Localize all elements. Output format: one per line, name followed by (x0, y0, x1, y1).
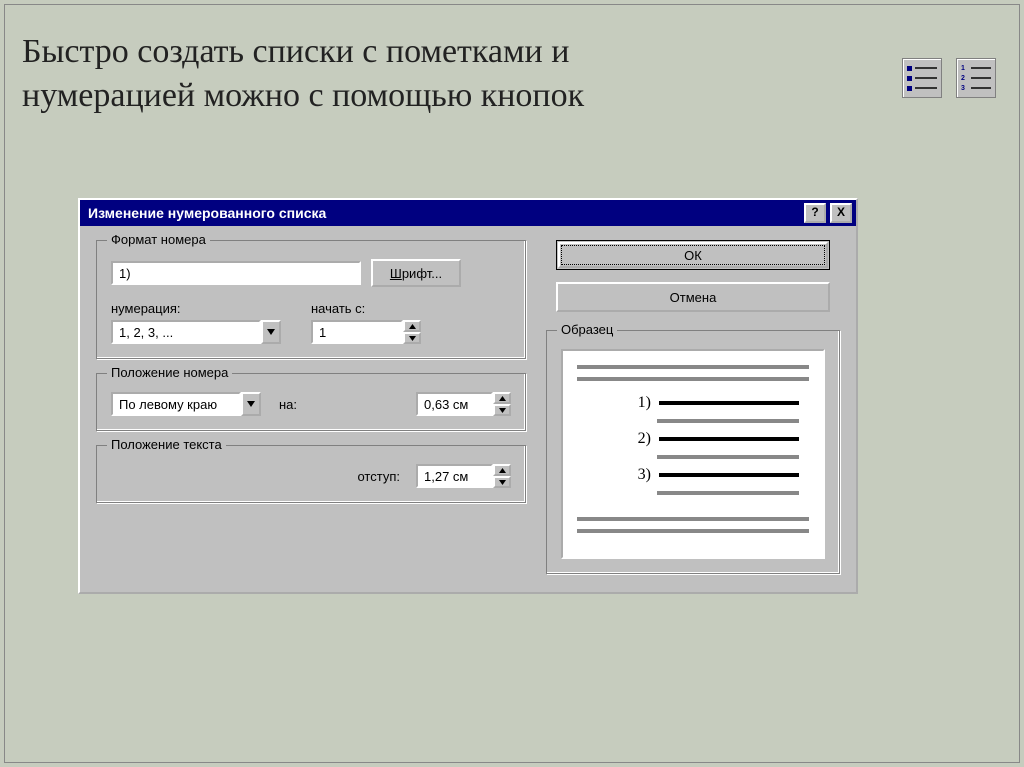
at-spinner[interactable]: 0,63 см (416, 392, 511, 416)
toolbar-icons: 1 2 3 (902, 58, 996, 98)
font-button[interactable]: Шрифт... (371, 259, 461, 287)
spin-up-icon[interactable] (403, 320, 421, 332)
spin-up-icon[interactable] (493, 464, 511, 476)
font-button-rest: рифт... (402, 266, 442, 281)
chevron-down-icon[interactable] (261, 320, 281, 344)
preview-number: 2) (627, 431, 651, 447)
preview-area: 1) 2) 3) (561, 349, 825, 559)
slide-heading: Быстро создать списки с пометками и нуме… (22, 30, 862, 117)
legend-number-format: Формат номера (107, 232, 210, 247)
legend-preview: Образец (557, 322, 617, 337)
help-button[interactable]: ? (804, 203, 826, 223)
legend-number-position: Положение номера (107, 365, 232, 380)
indent-spinner[interactable]: 1,27 см (416, 464, 511, 488)
spin-down-icon[interactable] (493, 404, 511, 416)
numbered-list-dialog: Изменение нумерованного списка ? X Форма… (78, 198, 858, 594)
alignment-combo[interactable]: По левому краю (111, 392, 261, 416)
preview-number: 3) (627, 467, 651, 483)
close-button[interactable]: X (830, 203, 852, 223)
start-at-spinner[interactable]: 1 (311, 320, 421, 344)
number-format-input[interactable]: 1) (111, 261, 361, 285)
numbering-combo[interactable]: 1, 2, 3, ... (111, 320, 281, 344)
indent-label: отступ: (357, 469, 400, 484)
ok-button[interactable]: ОК (556, 240, 830, 270)
spin-down-icon[interactable] (403, 332, 421, 344)
bulleted-list-button[interactable] (902, 58, 942, 98)
group-number-format: Формат номера 1) Шрифт... нумерация: 1, … (96, 240, 526, 359)
heading-line-1: Быстро создать списки с пометками и (22, 33, 569, 70)
group-text-position: Положение текста отступ: 1,27 см (96, 445, 526, 503)
dialog-title: Изменение нумерованного списка (88, 205, 804, 221)
preview-number: 1) (627, 395, 651, 411)
at-label: на: (279, 397, 297, 412)
start-at-label: начать с: (311, 301, 421, 316)
spin-down-icon[interactable] (493, 476, 511, 488)
cancel-button[interactable]: Отмена (556, 282, 830, 312)
spin-up-icon[interactable] (493, 392, 511, 404)
numbering-label: нумерация: (111, 301, 281, 316)
legend-text-position: Положение текста (107, 437, 226, 452)
dialog-titlebar[interactable]: Изменение нумерованного списка ? X (80, 200, 856, 226)
numbered-list-button[interactable]: 1 2 3 (956, 58, 996, 98)
chevron-down-icon[interactable] (241, 392, 261, 416)
heading-line-2: нумерацией можно с помощью кнопок (22, 77, 584, 114)
group-preview: Образец 1) 2) 3) (546, 330, 840, 574)
group-number-position: Положение номера По левому краю на: 0,63… (96, 373, 526, 431)
